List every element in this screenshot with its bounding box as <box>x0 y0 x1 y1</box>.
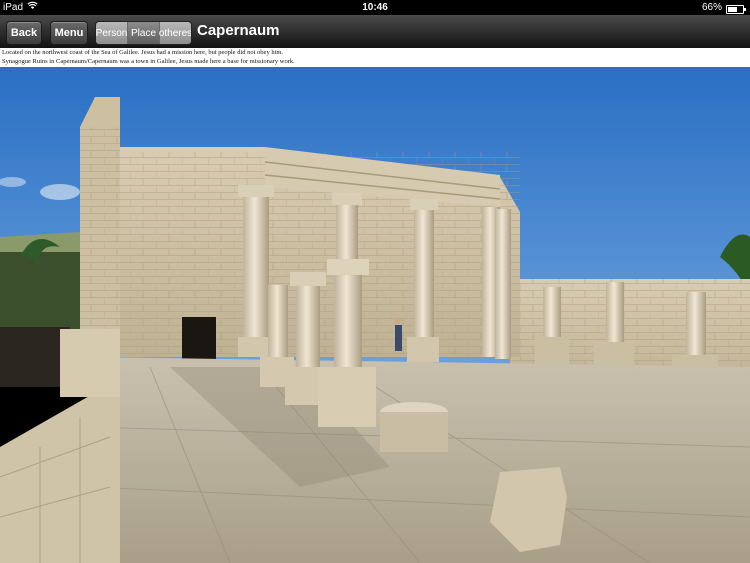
battery-percent: 66% <box>701 2 722 13</box>
back-button[interactable]: Back <box>6 21 42 45</box>
navigation-bar: Back Menu Person Place otheres Capernaum <box>0 15 750 49</box>
status-bar: iPad 10:46 66% <box>0 0 750 15</box>
synagogue-ruins-photo <box>0 67 750 563</box>
description-line-1: Located on the northwest coast of the Se… <box>2 49 284 56</box>
menu-button[interactable]: Menu <box>50 21 88 45</box>
tab-place[interactable]: Place <box>127 22 160 44</box>
battery-icon <box>726 4 746 14</box>
photo-illustration <box>0 67 750 563</box>
status-right: 66% <box>701 0 746 15</box>
category-segmented-control: Person Place otheres <box>95 21 192 45</box>
description-line-2: Synagogue Ruins in Capernaum/Capernaum w… <box>2 58 295 65</box>
status-time: 10:46 <box>362 2 388 13</box>
tab-person[interactable]: Person <box>96 22 127 44</box>
description-text: Located on the northwest coast of the Se… <box>0 48 750 67</box>
tab-others[interactable]: otheres <box>159 22 191 44</box>
battery-fill <box>728 6 737 12</box>
page-title: Capernaum <box>197 22 280 39</box>
